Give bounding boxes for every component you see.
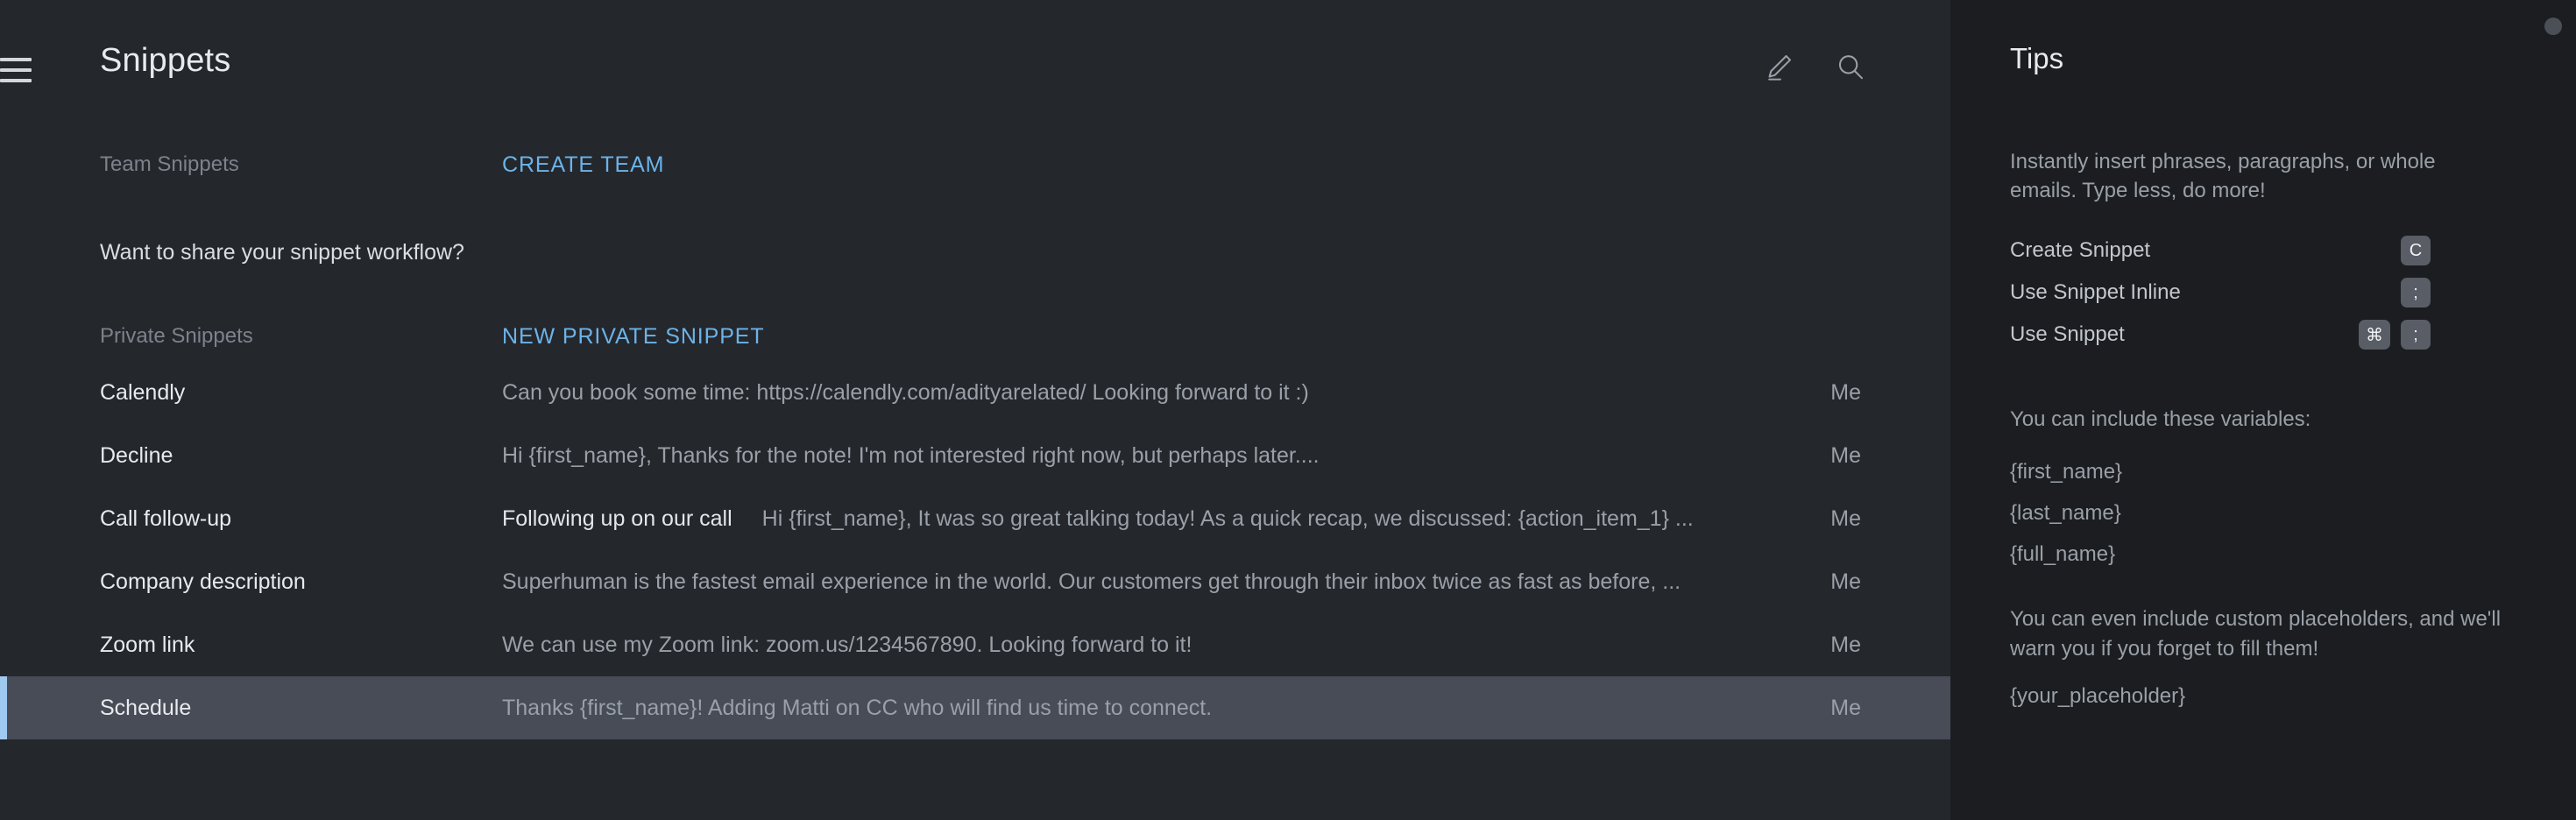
snippet-preview: Hi {first_name}, It was so great talking… — [761, 505, 1694, 531]
snippets-main-pane: Snippets Team Snippets CREATE TEAM Want … — [0, 0, 1950, 820]
private-snippets-header: Private Snippets NEW PRIVATE SNIPPET — [0, 312, 1950, 361]
snippet-row[interactable]: Decline Hi {first_name}, Thanks for the n… — [0, 424, 1950, 487]
header-actions — [1759, 48, 1870, 87]
search-icon[interactable] — [1831, 48, 1870, 87]
team-snippets-note-row: Want to share your snippet workflow? — [0, 228, 1950, 277]
snippet-body: Superhuman is the fastest email experien… — [502, 569, 1723, 595]
snippet-preview: We can use my Zoom link: zoom.us/1234567… — [502, 632, 1192, 657]
tips-shortcut-list: Create Snippet C Use Snippet Inline; Use Sn… — [2010, 230, 2431, 356]
snippet-owner: Me — [1830, 442, 1861, 468]
snippet-owner: Me — [1830, 505, 1861, 531]
snippet-name: Calendly — [100, 379, 186, 405]
tips-variable: {first_name} — [2010, 460, 2123, 484]
snippet-name: Company description — [100, 569, 306, 594]
tips-placeholder-example: {your_placeholder} — [2010, 684, 2186, 708]
create-team-button[interactable]: CREATE TEAM — [502, 152, 664, 178]
keyboard-key-badge: ; — [2401, 320, 2431, 350]
snippet-list: Calendly Can you book some time: https://… — [0, 361, 1950, 739]
snippet-owner: Me — [1830, 379, 1861, 405]
shortcut-row: Create Snippet C — [2010, 230, 2431, 272]
tips-outro-text: You can even include custom placeholders… — [2010, 607, 2502, 661]
snippet-body: Following up on our call Hi {first_name},… — [502, 506, 1723, 532]
snippet-body: We can use my Zoom link: zoom.us/1234567… — [502, 633, 1723, 658]
snippet-subject: Following up on our call — [502, 505, 732, 531]
shortcut-keys: ⌘; — [2359, 320, 2431, 350]
snippet-name: Call follow-up — [100, 505, 232, 531]
app-header: Snippets — [0, 0, 1950, 140]
keyboard-key-badge: C — [2401, 236, 2431, 265]
team-snippets-label: Team Snippets — [100, 152, 239, 176]
snippet-preview: Hi {first_name}, Thanks for the note! I'… — [502, 442, 1320, 468]
private-snippets-label: Private Snippets — [100, 324, 253, 348]
tips-variable-list: {first_name} {last_name} {full_name} — [2010, 451, 2501, 575]
snippet-row[interactable]: Call follow-up Following up on our call Hi… — [0, 487, 1950, 550]
shortcut-keys: ; — [2401, 278, 2431, 308]
keyboard-key-badge: ⌘ — [2359, 320, 2390, 350]
tips-pane: Tips Instantly insert phrases, paragraph… — [1950, 0, 2576, 820]
page-title: Snippets — [100, 42, 231, 79]
snippet-name: Schedule — [100, 695, 192, 720]
tips-title: Tips — [2010, 42, 2064, 74]
new-private-snippet-button[interactable]: NEW PRIVATE SNIPPET — [502, 324, 765, 350]
keyboard-key-badge: ; — [2401, 278, 2431, 308]
snippet-body: Can you book some time: https://calendly… — [502, 380, 1723, 406]
shortcut-keys: C — [2401, 236, 2431, 265]
pencil-edit-icon[interactable] — [1759, 48, 1798, 87]
snippet-row[interactable]: Zoom link We can use my Zoom link: zoom.u… — [0, 613, 1950, 676]
shortcut-label: Create Snippet — [2010, 238, 2151, 262]
tips-variable: {last_name} — [2010, 501, 2121, 525]
shortcut-label: Use Snippet Inline — [2010, 280, 2181, 304]
snippet-name: Zoom link — [100, 632, 195, 657]
snippet-preview: Superhuman is the fastest email experien… — [502, 569, 1681, 594]
snippet-owner: Me — [1830, 632, 1861, 657]
snippet-row[interactable]: Calendly Can you book some time: https://… — [0, 361, 1950, 424]
snippet-body: Hi {first_name}, Thanks for the note! I'… — [502, 443, 1723, 469]
snippet-row[interactable]: Company description Superhuman is the fas… — [0, 550, 1950, 613]
snippet-preview: Can you book some time: https://calendly… — [502, 379, 1309, 405]
team-snippets-header: Team Snippets CREATE TEAM — [0, 140, 1950, 189]
snippet-preview: Thanks {first_name}! Adding Matti on CC … — [502, 695, 1213, 720]
tips-intro-text: Instantly insert phrases, paragraphs, or… — [2010, 150, 2436, 202]
tips-variable: {full_name} — [2010, 542, 2116, 566]
snippets-app: Snippets Team Snippets CREATE TEAM Want … — [0, 0, 2576, 820]
snippet-name: Decline — [100, 442, 173, 468]
shortcut-row: Use Snippet ⌘; — [2010, 314, 2431, 356]
snippet-row[interactable]: Schedule Thanks {first_name}! Adding Matt… — [0, 676, 1950, 739]
tips-variables-heading: You can include these variables: — [2010, 407, 2311, 431]
status-dot-icon — [2544, 18, 2562, 35]
shortcut-label: Use Snippet — [2010, 322, 2125, 346]
team-snippets-note: Want to share your snippet workflow? — [100, 239, 464, 265]
snippet-owner: Me — [1830, 695, 1861, 720]
hamburger-menu-icon[interactable] — [0, 54, 32, 86]
snippet-body: Thanks {first_name}! Adding Matti on CC … — [502, 696, 1723, 721]
shortcut-row: Use Snippet Inline; — [2010, 272, 2431, 314]
snippet-owner: Me — [1830, 569, 1861, 594]
